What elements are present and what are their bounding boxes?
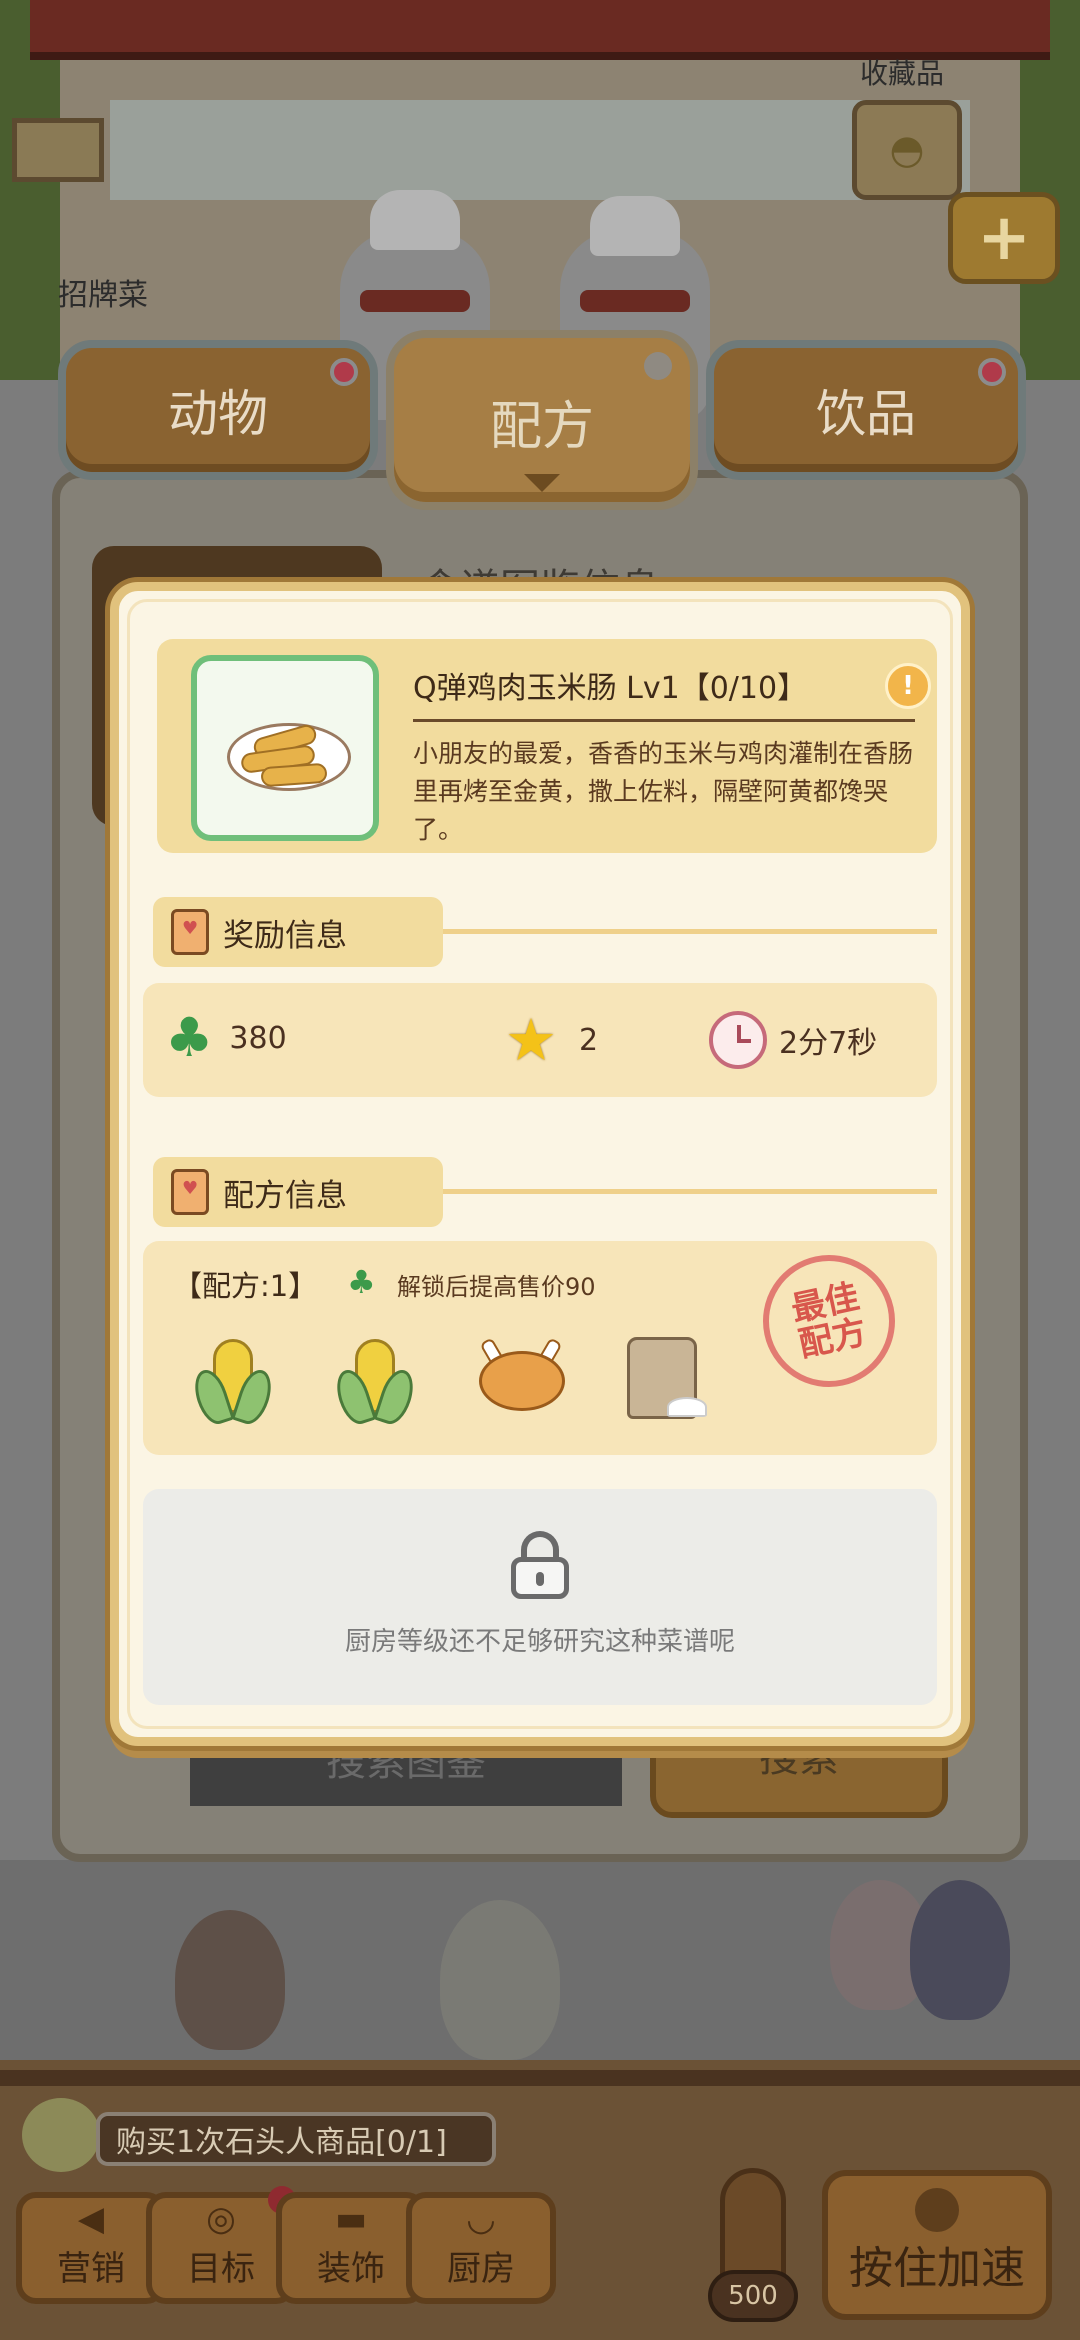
notification-dot [978, 358, 1006, 386]
collection-button[interactable]: ◓ [852, 100, 962, 200]
marketing-button[interactable]: ◀ 营销 [16, 2192, 166, 2304]
rail [0, 2070, 1080, 2086]
collection-label: 收藏品 [860, 57, 945, 90]
corn-icon [189, 1331, 289, 1431]
task-text: 购买1次石头人商品[0/1] [116, 2125, 447, 2160]
reward-section-header: 奖励信息 [153, 897, 443, 967]
section-title: 配方信息 [223, 1177, 347, 1214]
flour-pile [667, 1397, 707, 1417]
chicken-body [479, 1351, 565, 1411]
stall-window [110, 100, 970, 200]
stall-awning [30, 0, 1050, 60]
reward-box: ♣ 380 ★ 2 2分7秒 [143, 983, 937, 1097]
chef-hat-icon [370, 190, 460, 250]
cat-customer-2 [910, 1880, 1010, 2020]
clipboard-icon [171, 1169, 209, 1215]
section-title: 奖励信息 [223, 917, 347, 954]
wok-icon: ◡ [466, 2199, 496, 2239]
scarf-icon [360, 290, 470, 312]
recipe-number: 【配方:1】 [173, 1269, 318, 1303]
lock-icon [511, 1531, 569, 1599]
target-icon: ◎ [206, 2199, 236, 2239]
stamp-text: 最佳配方 [787, 1276, 871, 1366]
thermometer-value: 500 [708, 2270, 798, 2322]
divider [413, 719, 915, 722]
chef-hat-icon [590, 196, 680, 256]
tab-drinks[interactable]: 饮品 [706, 340, 1026, 480]
hud-button-label: 目标 [187, 2249, 255, 2289]
add-button[interactable]: + [948, 192, 1060, 284]
hud-button-label: 装饰 [317, 2249, 385, 2289]
clover-icon: ♣ [165, 1006, 214, 1069]
item-thumbnail [191, 655, 379, 841]
triangle-down-icon [524, 474, 560, 492]
best-recipe-stamp: 最佳配方 [750, 1242, 908, 1400]
notification-dot [330, 358, 358, 386]
recipe-section-header: 配方信息 [153, 1157, 443, 1227]
megaphone-icon: ◀ [77, 2199, 105, 2239]
flour-bag-icon [611, 1331, 711, 1431]
clipboard-icon [171, 909, 209, 955]
plus-icon: + [977, 201, 1031, 275]
cat-customer [440, 1900, 560, 2060]
star-icon: ★ [505, 1006, 557, 1074]
corn-icon [331, 1331, 431, 1431]
recipe-detail-dialog: Q弹鸡肉玉米肠 Lv1【0/10】 ! 小朋友的最爱，香香的玉米与鸡肉灌制在香肠… [110, 582, 970, 1746]
unlock-bonus: 解锁后提高售价90 [397, 1273, 596, 1301]
item-title: Q弹鸡肉玉米肠 Lv1【0/10】 [413, 671, 808, 706]
star-reward: ★ 2 [505, 1011, 598, 1069]
clover-value: 380 [229, 1020, 287, 1056]
lightbulb-icon[interactable]: ! [885, 663, 931, 709]
star-value: 2 [579, 1022, 599, 1058]
hud-button-label: 厨房 [447, 2249, 515, 2289]
lock-body [511, 1557, 569, 1599]
tab-recipes[interactable]: 配方 [386, 330, 698, 510]
pot-icon: ◓ [889, 127, 925, 173]
goals-button[interactable]: ◎ 目标 [146, 2186, 296, 2304]
roast-chicken-icon [473, 1331, 573, 1431]
item-description: 小朋友的最爱，香香的玉米与鸡肉灌制在香肠里再烤至金黄，撒上佐料，隔壁阿黄都馋哭了… [413, 739, 914, 844]
clover-reward: ♣ 380 [165, 1011, 287, 1065]
time-value: 2分7秒 [779, 1026, 878, 1061]
tab-label: 饮品 [816, 385, 916, 443]
shovel-icon [22, 2098, 100, 2172]
locked-message: 厨房等级还不足够研究这种菜谱呢 [344, 1627, 735, 1657]
speed-label: 按住加速 [849, 2243, 1025, 2294]
clock-icon [709, 1011, 767, 1069]
time-reward: 2分7秒 [709, 1011, 877, 1069]
painting-icon [12, 118, 104, 182]
divider [443, 1189, 937, 1194]
divider [443, 929, 937, 934]
tab-animals[interactable]: 动物 [58, 340, 378, 480]
kitchen-button[interactable]: ◡ 厨房 [406, 2192, 556, 2304]
recipe-box: 【配方:1】 ♣ 解锁后提高售价90 最佳配方 [143, 1241, 937, 1455]
signature-dish-label: 招牌菜 [58, 278, 148, 313]
scarf-icon [580, 290, 690, 312]
task-bar[interactable]: 购买1次石头人商品[0/1] [96, 2112, 496, 2166]
locked-notice: 厨房等级还不足够研究这种菜谱呢 [143, 1489, 937, 1705]
clover-icon: ♣ [347, 1263, 376, 1301]
tab-label: 配方 [489, 397, 594, 457]
play-icon [915, 2188, 959, 2232]
pig-customer [175, 1910, 285, 2050]
item-card: Q弹鸡肉玉米肠 Lv1【0/10】 ! 小朋友的最爱，香香的玉米与鸡肉灌制在香肠… [157, 639, 937, 853]
decorate-button[interactable]: ▬ 装饰 [276, 2192, 426, 2304]
tab-label: 动物 [168, 385, 268, 443]
tab-decoration-dot [644, 352, 672, 380]
hud-button-label: 营销 [57, 2249, 125, 2289]
paint-roller-icon: ▬ [334, 2199, 368, 2239]
hold-to-speed-button[interactable]: 按住加速 [822, 2170, 1052, 2320]
